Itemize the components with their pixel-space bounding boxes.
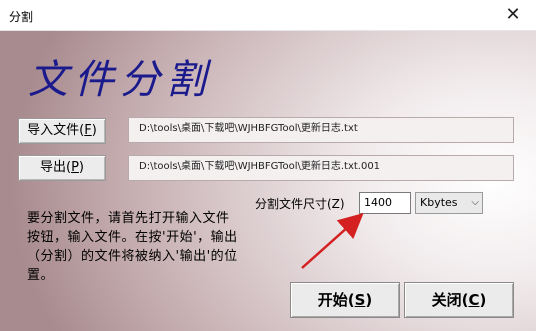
close-label: 关闭( xyxy=(431,291,469,309)
start-suffix: ) xyxy=(365,291,373,309)
close-window-icon[interactable]: ✕ xyxy=(490,0,536,30)
dialog-body: 文件分割 导入文件(F) D:\tools\桌面\下载吧\WJHBFGTool\… xyxy=(0,31,536,331)
start-button[interactable]: 开始(S) xyxy=(290,282,400,318)
close-suffix: ) xyxy=(479,291,487,309)
start-accel: S xyxy=(354,291,366,309)
close-button[interactable]: 关闭(C) xyxy=(404,282,514,318)
start-label: 开始( xyxy=(317,291,355,309)
title-bar: 分割 ✕ xyxy=(0,0,536,31)
close-accel: C xyxy=(468,291,480,309)
window-title: 分割 xyxy=(9,10,34,24)
